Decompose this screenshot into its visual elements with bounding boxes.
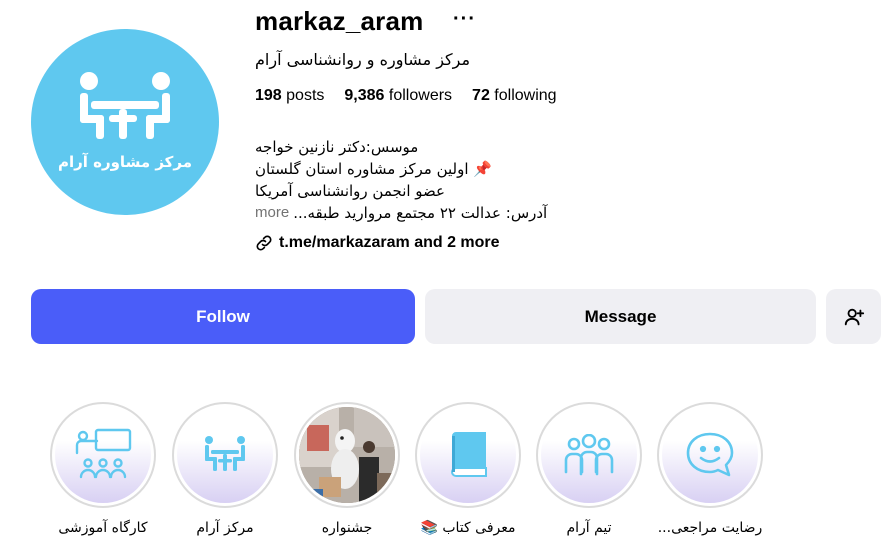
highlight-label: معرفی کتاب 📚 <box>420 520 516 536</box>
followers-stat[interactable]: 9,386 followers <box>344 87 452 105</box>
center-logo-icon <box>205 436 245 471</box>
highlight-label: کارگاه آموزشی <box>58 520 148 536</box>
bio-line-with-pin: 📌 اولین مرکز مشاوره استان گلستان <box>255 158 547 180</box>
highlight-cover <box>662 407 758 503</box>
story-highlights: کارگاه آموزشی مرکز آرام جشنواره معرفی کت… <box>0 402 881 542</box>
following-label: following <box>494 87 557 104</box>
external-links[interactable]: t.me/markazaram and 2 more <box>255 234 500 252</box>
highlight-ring <box>294 402 400 508</box>
full-name: مرکز مشاوره و روانشناسی آرام <box>255 50 471 69</box>
highlight-ring <box>536 402 642 508</box>
highlight-ring <box>50 402 156 508</box>
highlight-cover <box>177 407 273 503</box>
bio-line: آدرس: عدالت ۲۲ مجتمع مروارید طبقه... <box>293 204 548 222</box>
profile-avatar[interactable]: مرکز مشاوره آرام <box>31 29 219 215</box>
add-user-icon <box>844 308 864 325</box>
highlight-label: جشنواره <box>321 520 373 536</box>
bio-line: عضو انجمن روانشناسی آمریکا <box>255 182 446 200</box>
posts-label: posts <box>286 87 325 104</box>
highlight-ring <box>415 402 521 508</box>
bio: موسس:دکتر نازنین خواجه 📌 اولین مرکز مشاو… <box>255 136 547 224</box>
bio-line: اولین مرکز مشاوره استان گلستان <box>255 160 469 178</box>
highlight-satisfaction[interactable]: رضایت مراجعی... <box>655 402 765 536</box>
workshop-icon <box>75 428 132 479</box>
link-text: t.me/markazaram and 2 more <box>279 234 500 251</box>
bio-line: موسس:دکتر نازنین خواجه <box>255 138 419 156</box>
highlight-label: تیم آرام <box>566 520 612 536</box>
bio-more-link[interactable]: more <box>255 202 289 224</box>
highlight-cover <box>299 407 395 503</box>
highlight-cover <box>55 407 151 503</box>
bio-line-truncated: آدرس: عدالت ۲۲ مجتمع مروارید طبقه... mor… <box>255 202 547 224</box>
highlight-center[interactable]: مرکز آرام <box>170 402 280 536</box>
posts-stat: 198 posts <box>255 87 324 105</box>
highlight-books[interactable]: معرفی کتاب 📚 <box>413 402 523 536</box>
add-user-button[interactable] <box>826 289 881 344</box>
festival-photo <box>299 407 395 503</box>
highlight-cover <box>541 407 637 503</box>
followers-label: followers <box>388 87 453 104</box>
following-count: 72 <box>472 87 490 104</box>
avatar-text: مرکز مشاوره آرام <box>57 153 193 171</box>
highlight-label: رضایت مراجعی... <box>657 520 763 536</box>
chat-smile-icon <box>686 432 734 477</box>
highlight-ring <box>172 402 278 508</box>
highlight-ring <box>657 402 763 508</box>
posts-count: 198 <box>255 87 282 104</box>
highlight-workshop[interactable]: کارگاه آموزشی <box>48 402 158 536</box>
more-dots-icon[interactable]: ··· <box>453 8 476 31</box>
following-stat[interactable]: 72 following <box>472 87 557 105</box>
followers-count: 9,386 <box>344 87 385 104</box>
team-icon <box>564 434 614 476</box>
highlight-cover <box>420 407 516 503</box>
follow-button[interactable]: Follow <box>31 289 415 344</box>
link-icon <box>256 235 272 251</box>
highlight-festival[interactable]: جشنواره <box>292 402 402 536</box>
highlight-team[interactable]: تیم آرام <box>534 402 644 536</box>
pin-icon: 📌 <box>473 160 492 178</box>
username: markaz_aram <box>255 6 424 36</box>
highlight-label: مرکز آرام <box>196 520 254 536</box>
book-icon <box>450 432 487 477</box>
message-button[interactable]: Message <box>425 289 816 344</box>
profile-stats: 198 posts 9,386 followers 72 following <box>255 87 557 105</box>
center-logo-icon <box>80 72 170 139</box>
